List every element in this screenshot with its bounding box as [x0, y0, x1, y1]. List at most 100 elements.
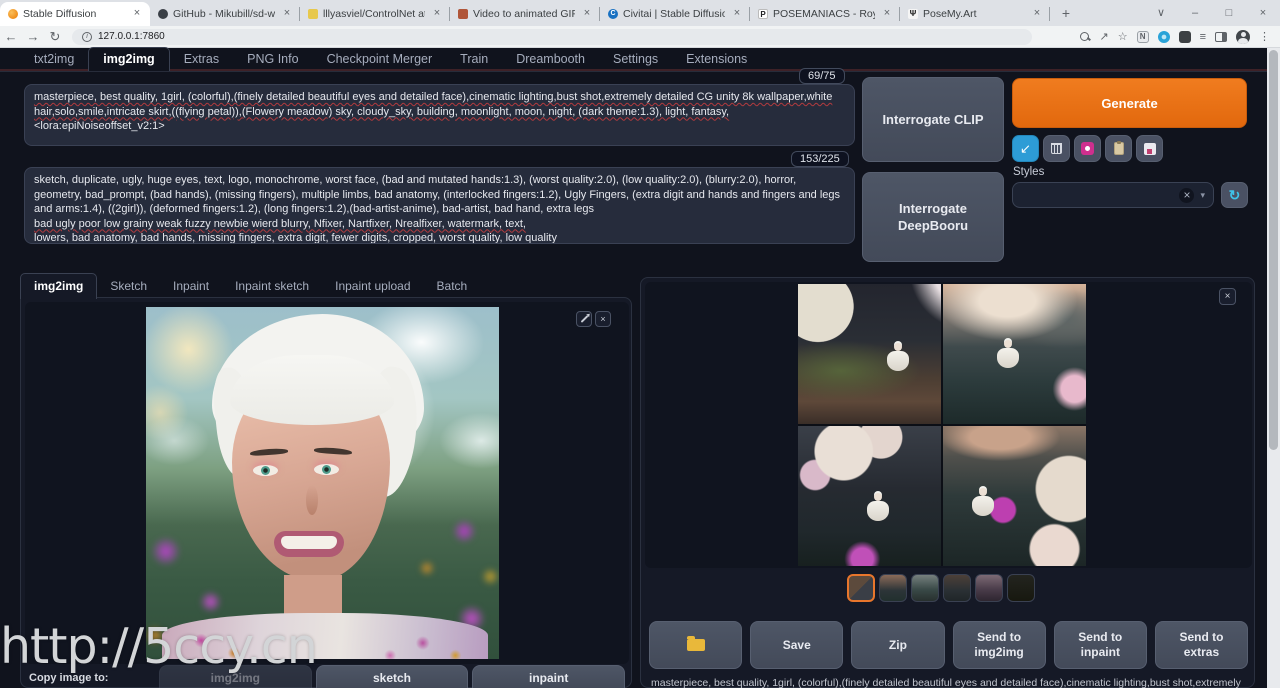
read-generation-params-button[interactable]: ↙	[1012, 135, 1039, 162]
thumbnail-5[interactable]	[975, 574, 1003, 602]
subtab-inpaint-upload[interactable]: Inpaint upload	[322, 274, 423, 299]
open-folder-button[interactable]	[649, 621, 743, 669]
subtab-inpaint[interactable]: Inpaint	[160, 274, 222, 299]
extension-n-icon[interactable]: N	[1136, 30, 1149, 43]
negative-prompt-text-3: lowers, bad anatomy, bad hands, missing …	[34, 232, 557, 244]
remove-image-button[interactable]: ×	[595, 311, 611, 327]
tab-close-icon[interactable]: ×	[580, 7, 594, 21]
figure	[886, 342, 909, 373]
tab-close-icon[interactable]: ×	[280, 7, 294, 21]
gallery-image-2[interactable]	[943, 284, 1086, 424]
extra-networks-icon	[1081, 142, 1094, 155]
side-panel-icon[interactable]	[1215, 31, 1227, 42]
tab-checkpoint-merger[interactable]: Checkpoint Merger	[313, 48, 447, 71]
refresh-styles-button[interactable]: ↻	[1221, 182, 1248, 208]
interrogate-deepbooru-button[interactable]: Interrogate DeepBooru	[862, 172, 1004, 262]
tab-close-icon[interactable]: ×	[1030, 7, 1044, 21]
window-maximize-button[interactable]: □	[1212, 0, 1246, 26]
scrollbar-thumb[interactable]	[1269, 50, 1278, 450]
image-upload-area[interactable]: ×	[25, 302, 629, 664]
page-scrollbar[interactable]	[1267, 48, 1280, 688]
thumbnail-3[interactable]	[911, 574, 939, 602]
gallery-image-3[interactable]	[798, 426, 941, 566]
tab-close-icon[interactable]: ×	[880, 7, 894, 21]
gallery-image-1[interactable]	[798, 284, 941, 424]
gallery-image-4[interactable]	[943, 426, 1086, 566]
positive-prompt-input[interactable]: masterpiece, best quality, 1girl, (color…	[24, 84, 855, 146]
forward-button[interactable]: →	[22, 29, 44, 44]
negative-prompt-input[interactable]: sketch, duplicate, ugly, huge eyes, text…	[24, 167, 855, 244]
site-info-icon[interactable]: i	[82, 31, 92, 42]
back-button[interactable]: ←	[0, 29, 22, 44]
input-image[interactable]	[146, 307, 499, 659]
subtab-img2img[interactable]: img2img	[20, 273, 98, 299]
tab-settings[interactable]: Settings	[599, 48, 672, 71]
stable-diffusion-webui: txt2img img2img Extras PNG Info Checkpoi…	[0, 47, 1280, 688]
clear-styles-icon[interactable]: ×	[1179, 187, 1195, 203]
tab-close-icon[interactable]: ×	[130, 7, 144, 21]
zip-button[interactable]: Zip	[851, 621, 945, 669]
browser-menu-icon[interactable]: ⋮	[1259, 30, 1270, 43]
browser-tab-controlnet[interactable]: lllyasviel/ControlNet at main ×	[300, 2, 450, 26]
save-style-button[interactable]	[1136, 135, 1163, 162]
styles-dropdown[interactable]: × ▾	[1012, 182, 1214, 208]
subtab-inpaint-sketch[interactable]: Inpaint sketch	[222, 274, 322, 299]
tab-txt2img[interactable]: txt2img	[20, 48, 88, 71]
copy-to-sketch-button[interactable]: sketch	[315, 665, 469, 688]
browser-tab-posemyart[interactable]: Ψ PoseMy.Art ×	[900, 2, 1050, 26]
reload-button[interactable]: ↻	[44, 29, 66, 45]
new-tab-button[interactable]: +	[1056, 4, 1076, 24]
thumbnail-1[interactable]	[847, 574, 875, 602]
thumbnail-6[interactable]	[1007, 574, 1035, 602]
browser-tab-github[interactable]: GitHub - Mikubill/sd-webui-co ×	[150, 2, 300, 26]
extension-blue-icon[interactable]	[1157, 30, 1170, 43]
tab-dreambooth[interactable]: Dreambooth	[502, 48, 599, 71]
tab-train[interactable]: Train	[446, 48, 502, 71]
tab-img2img[interactable]: img2img	[88, 47, 170, 71]
bookmark-star-icon[interactable]: ☆	[1118, 30, 1128, 43]
tab-close-icon[interactable]: ×	[430, 7, 444, 21]
tab-search-chevron-icon[interactable]: ∨	[1144, 0, 1178, 26]
browser-tab-civitai[interactable]: C Civitai | Stable Diffusion models ×	[600, 2, 750, 26]
tab-png-info[interactable]: PNG Info	[233, 48, 312, 71]
tab-extensions[interactable]: Extensions	[672, 48, 761, 71]
window-close-button[interactable]: ×	[1246, 0, 1280, 26]
profile-avatar[interactable]	[1236, 29, 1250, 44]
window-minimize-button[interactable]: –	[1178, 0, 1212, 26]
apply-style-button[interactable]	[1105, 135, 1132, 162]
edit-image-button[interactable]	[576, 311, 592, 327]
thumbnail-2[interactable]	[879, 574, 907, 602]
folder-icon	[686, 636, 705, 651]
zoom-icon[interactable]	[1080, 31, 1090, 42]
copy-to-inpaint-button[interactable]: inpaint	[472, 665, 626, 688]
gallery-close-button[interactable]: ×	[1219, 288, 1236, 305]
extra-networks-button[interactable]	[1074, 135, 1101, 162]
browser-tab-posemaniacs[interactable]: P POSEMANIACS - Royalty free 3 ×	[750, 2, 900, 26]
extensions-puzzle-icon[interactable]	[1178, 30, 1191, 43]
tab-title: PoseMy.Art	[923, 8, 977, 20]
send-to-inpaint-button[interactable]: Send to inpaint	[1053, 621, 1147, 669]
send-to-extras-button[interactable]: Send to extras	[1154, 621, 1249, 669]
browser-tab-stable-diffusion[interactable]: Stable Diffusion ×	[0, 2, 150, 26]
subtab-batch[interactable]: Batch	[424, 274, 481, 299]
subtab-sketch[interactable]: Sketch	[97, 274, 160, 299]
browser-tab-gif-converter[interactable]: Video to animated GIF converter ×	[450, 2, 600, 26]
clear-prompt-button[interactable]	[1043, 135, 1070, 162]
reading-list-icon[interactable]: ≡	[1200, 31, 1206, 43]
token-counter-positive: 69/75	[799, 68, 845, 84]
share-icon[interactable]: ↗	[1099, 30, 1108, 43]
tab-title: Stable Diffusion	[23, 8, 97, 20]
save-button[interactable]: Save	[750, 621, 844, 669]
thumbnail-4[interactable]	[943, 574, 971, 602]
tab-extras[interactable]: Extras	[170, 48, 233, 71]
tab-close-icon[interactable]: ×	[730, 7, 744, 21]
address-bar[interactable]: i 127.0.0.1:7860	[72, 28, 1032, 45]
negative-prompt-text-2: bad ugly poor low grainy weak fuzzy newb…	[34, 217, 526, 230]
img2img-mode-tabs: img2img Sketch Inpaint Inpaint sketch In…	[20, 273, 632, 299]
interrogate-clip-button[interactable]: Interrogate CLIP	[862, 77, 1004, 162]
token-counter-negative: 153/225	[791, 151, 849, 167]
generate-button[interactable]: Generate	[1012, 78, 1247, 128]
negative-prompt-text: sketch, duplicate, ugly, huge eyes, text…	[34, 174, 841, 215]
send-to-img2img-button[interactable]: Send to img2img	[952, 621, 1046, 669]
figure	[866, 493, 889, 523]
